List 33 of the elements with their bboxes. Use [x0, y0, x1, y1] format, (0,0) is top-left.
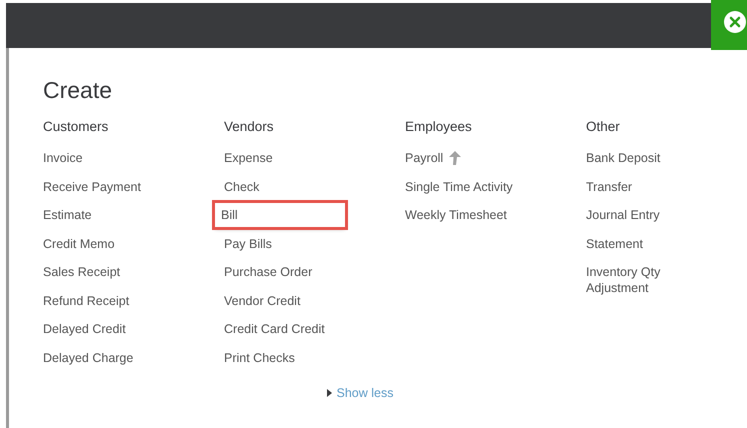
close-icon[interactable]: [723, 10, 747, 34]
create-menu-link[interactable]: Delayed Credit: [43, 321, 173, 337]
caret-icon: [326, 389, 332, 398]
create-menu-link[interactable]: Receive Payment: [43, 178, 173, 194]
create-menu-link[interactable]: Delayed Charge: [43, 350, 173, 366]
create-menu-link[interactable]: Credit Card Credit: [224, 321, 354, 337]
create-menu-link[interactable]: Check: [224, 178, 354, 194]
create-menu-link[interactable]: Print Checks: [224, 350, 354, 366]
column-heading: Customers: [43, 118, 110, 136]
create-menu-link[interactable]: Sales Receipt: [43, 264, 173, 280]
create-menu-link[interactable]: Credit Memo: [43, 236, 173, 252]
create-menu-link[interactable]: Invoice: [43, 150, 173, 166]
create-menu-link[interactable]: Bank Deposit: [586, 150, 716, 166]
create-menu-link[interactable]: Vendor Credit: [224, 292, 354, 308]
create-menu-link[interactable]: Purchase Order: [224, 264, 354, 280]
create-menu-link[interactable]: Bill: [215, 203, 345, 227]
close-tab[interactable]: [711, 0, 747, 50]
column-heading: Employees: [405, 118, 473, 136]
create-menu-link[interactable]: Refund Receipt: [43, 292, 173, 308]
column-heading: Other: [586, 118, 621, 136]
create-menu-link[interactable]: Statement: [586, 236, 716, 252]
create-menu-link[interactable]: Transfer: [586, 178, 716, 194]
create-menu-link[interactable]: Inventory Qty Adjustment: [586, 264, 716, 296]
create-menu-link[interactable]: Payroll: [405, 150, 535, 166]
create-menu-link[interactable]: Single Time Activity: [405, 178, 535, 194]
create-menu-link[interactable]: Journal Entry: [586, 207, 716, 223]
create-menu-link[interactable]: Estimate: [43, 207, 173, 223]
dialog-title: Create: [43, 76, 114, 104]
create-menu-link[interactable]: Pay Bills: [224, 236, 354, 252]
create-menu-link[interactable]: Weekly Timesheet: [405, 207, 535, 223]
column-heading: Vendors: [224, 118, 275, 136]
up-arrow-icon: [449, 151, 462, 165]
create-menu-link[interactable]: Expense: [224, 150, 354, 166]
